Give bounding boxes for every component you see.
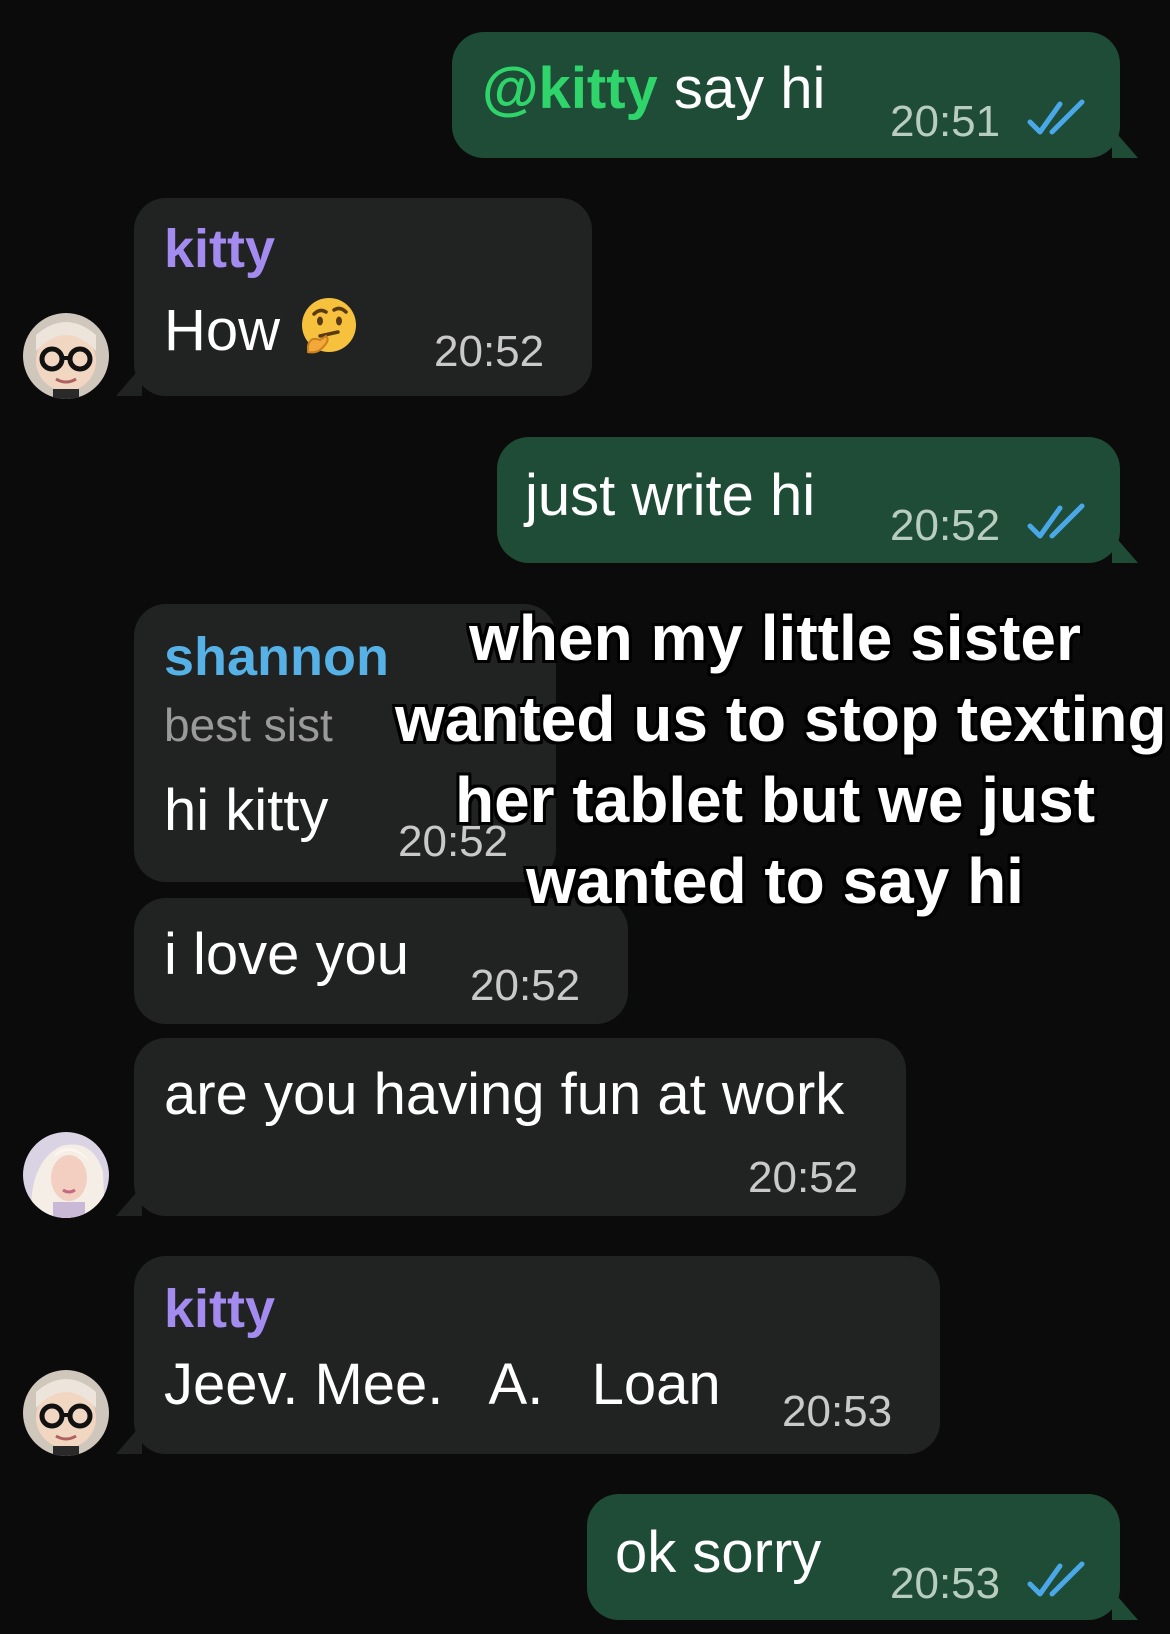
bubble-tail <box>1112 128 1138 158</box>
thinking-face-icon <box>302 298 357 354</box>
message-text: just write hi <box>525 463 816 528</box>
message-text: @kitty say hi <box>482 56 826 121</box>
message-bubble-outgoing[interactable]: just write hi 20:52 <box>497 437 1138 563</box>
sender-name[interactable]: kitty <box>164 1282 275 1336</box>
avatar-kitty[interactable] <box>23 313 109 399</box>
message-time: 20:52 <box>470 961 581 1010</box>
sender-name[interactable]: shannon <box>164 630 389 684</box>
mention-link[interactable]: @kitty <box>482 56 658 121</box>
message-time: 20:52 <box>434 327 545 376</box>
sender-name[interactable]: kitty <box>164 222 275 276</box>
caption-line: her tablet but we just <box>454 764 1096 836</box>
bubble-tail <box>1112 533 1138 563</box>
message-time: 20:53 <box>782 1387 893 1436</box>
message-time: 20:53 <box>890 1559 1001 1608</box>
message-bubble-incoming[interactable]: kitty Jeev. Mee. A. Loan 20:53 <box>116 1256 940 1454</box>
avatar-shannon[interactable] <box>23 1132 109 1218</box>
message-text: ok sorry <box>615 1520 822 1585</box>
bubble-tail <box>116 1186 142 1216</box>
message-text: How <box>164 296 360 360</box>
message-text: hi kitty <box>164 778 329 843</box>
message-text: are you having fun at work <box>164 1062 845 1127</box>
double-check-icon <box>1027 503 1085 539</box>
message-bubble-incoming[interactable]: kitty How 20:52 <box>116 198 592 396</box>
message-bubble-outgoing[interactable]: ok sorry 20:53 <box>587 1494 1138 1620</box>
bubble-tail <box>1112 1590 1138 1620</box>
message-bubble-outgoing[interactable]: @kitty say hi 20:51 <box>452 32 1138 158</box>
message-time: 20:51 <box>890 97 1001 146</box>
sender-title: best sist <box>164 699 333 751</box>
caption-line: wanted us to stop texting <box>395 683 1167 755</box>
message-time: 20:52 <box>748 1153 859 1202</box>
caption-line: when my little sister <box>469 602 1081 674</box>
caption-overlay: when my little sister wanted us to stop … <box>395 598 1167 922</box>
message-time: 20:52 <box>890 501 1001 550</box>
caption-line: wanted to say hi <box>526 845 1024 917</box>
bubble-tail <box>116 1424 142 1454</box>
message-bubble-incoming[interactable]: are you having fun at work 20:52 <box>116 1038 906 1216</box>
message-text: i love you <box>164 922 410 987</box>
bubble-tail <box>116 366 142 396</box>
avatar-kitty[interactable] <box>23 1370 109 1456</box>
message-text: Jeev. Mee. A. Loan <box>164 1352 721 1417</box>
double-check-icon <box>1027 99 1085 135</box>
double-check-icon <box>1027 1561 1085 1597</box>
